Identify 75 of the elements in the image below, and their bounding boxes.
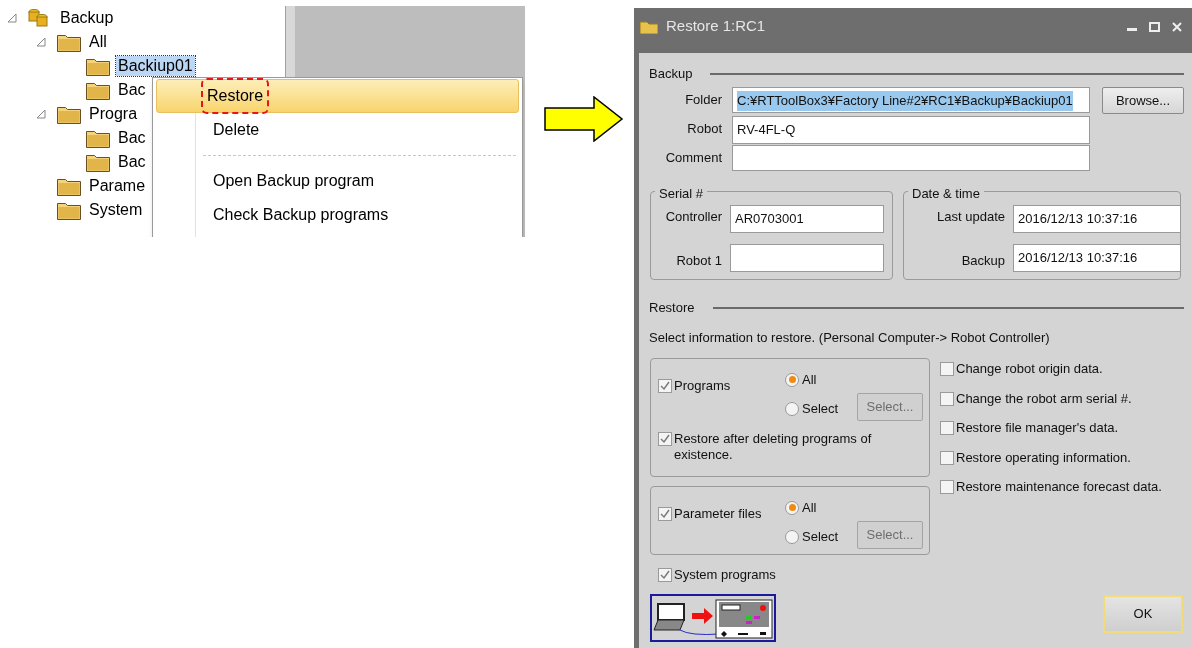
menu-item[interactable]: Check Backup programs (156, 198, 519, 232)
text-field[interactable]: RV-4FL-Q (732, 116, 1090, 144)
checkbox-label[interactable]: System programs (674, 567, 776, 583)
checkbox-label[interactable]: Change robot origin data. (956, 361, 1103, 377)
checkbox-label[interactable]: Change the robot arm serial #. (956, 390, 1132, 407)
checkbox[interactable] (658, 379, 672, 393)
checkbox-label[interactable]: Parameter files (674, 506, 762, 522)
radio-button[interactable] (785, 372, 799, 387)
instruction-text: Select information to restore. (Personal Computer-> Robot Controller) (649, 329, 1050, 347)
checkbox[interactable] (940, 450, 954, 465)
folder-icon (640, 19, 658, 34)
checkbox[interactable] (658, 432, 672, 446)
folder-icon (86, 128, 110, 148)
radio-label[interactable]: Select (802, 527, 839, 547)
text-field[interactable]: AR0703001 (730, 205, 884, 233)
menu-item[interactable]: Delete (156, 113, 519, 147)
menu-item[interactable]: Restore (156, 79, 519, 113)
tree-item[interactable]: Bac (116, 128, 148, 148)
tree-item[interactable]: Bac (116, 152, 148, 172)
folder-icon (86, 152, 110, 172)
tree-item[interactable]: All (87, 32, 109, 52)
folder-icon (57, 176, 81, 196)
expanded-triangle-icon[interactable] (6, 12, 18, 24)
section-heading: Restore (649, 299, 695, 317)
text-field[interactable] (732, 145, 1090, 171)
tree-item[interactable]: Progra (87, 104, 140, 124)
folder-icon (86, 80, 110, 100)
text-field[interactable] (730, 244, 884, 272)
tree-item[interactable]: System (87, 200, 145, 220)
checkbox[interactable] (940, 391, 954, 406)
checkbox[interactable] (940, 362, 954, 376)
field-label: Backup (960, 252, 1005, 270)
radio-button[interactable] (785, 529, 799, 544)
checkbox-label[interactable]: Restore file manager's data. (956, 420, 1119, 436)
checkbox[interactable] (940, 421, 954, 435)
radio-button[interactable] (785, 500, 799, 515)
tree-item[interactable]: Backup (58, 8, 116, 28)
checkbox[interactable] (658, 507, 672, 521)
arrow-icon (544, 96, 624, 142)
folder-icon (57, 200, 81, 220)
checkbox-label[interactable]: Programs (674, 378, 731, 394)
checkbox-label[interactable]: Restore after deleting programs of existence. (674, 431, 889, 463)
field-label: Controller (664, 208, 722, 226)
radio-label[interactable]: All (802, 370, 817, 390)
folder-icon (86, 56, 110, 76)
field-label: Last update (936, 208, 1005, 226)
folder-icon (57, 104, 81, 124)
expanded-triangle-icon[interactable] (35, 36, 47, 48)
tree-item[interactable]: Backiup01 (116, 56, 195, 76)
text-field[interactable]: C:¥RTToolBox3¥Factory Line#2¥RC1¥Backup¥Backiup01 (732, 87, 1090, 113)
checkbox[interactable] (658, 568, 672, 582)
text-field[interactable]: 2016/12/13 10:37:16 (1013, 205, 1181, 233)
menu-item[interactable]: Open Backup program (156, 164, 519, 198)
radio-label[interactable]: Select (802, 399, 839, 419)
field-label: Robot (686, 120, 722, 138)
checkbox[interactable] (940, 480, 954, 494)
checkbox-label[interactable]: Restore maintenance forecast data. (956, 479, 1162, 495)
close-icon[interactable] (1172, 21, 1182, 32)
field-label: Robot 1 (675, 252, 722, 270)
section-heading: Backup (649, 65, 693, 83)
folder-icon (57, 32, 81, 52)
radio-label[interactable]: All (802, 498, 817, 518)
maximize-icon[interactable] (1149, 21, 1160, 32)
text-field[interactable]: 2016/12/13 10:37:16 (1013, 244, 1181, 272)
tree-item[interactable]: Bac (116, 80, 148, 100)
field-label: Comment (664, 149, 722, 167)
radio-button[interactable] (785, 401, 799, 416)
database-icon (28, 9, 48, 27)
tree-item[interactable]: Parame (87, 176, 148, 196)
browse-button[interactable]: Browse... (1102, 87, 1184, 114)
checkbox-label[interactable]: Restore operating information. (956, 449, 1131, 466)
ok-button[interactable]: OK (1103, 595, 1183, 633)
window-title: Restore 1:RC1 (666, 16, 766, 37)
field-label: Folder (684, 91, 722, 109)
expanded-triangle-icon[interactable] (35, 108, 47, 120)
